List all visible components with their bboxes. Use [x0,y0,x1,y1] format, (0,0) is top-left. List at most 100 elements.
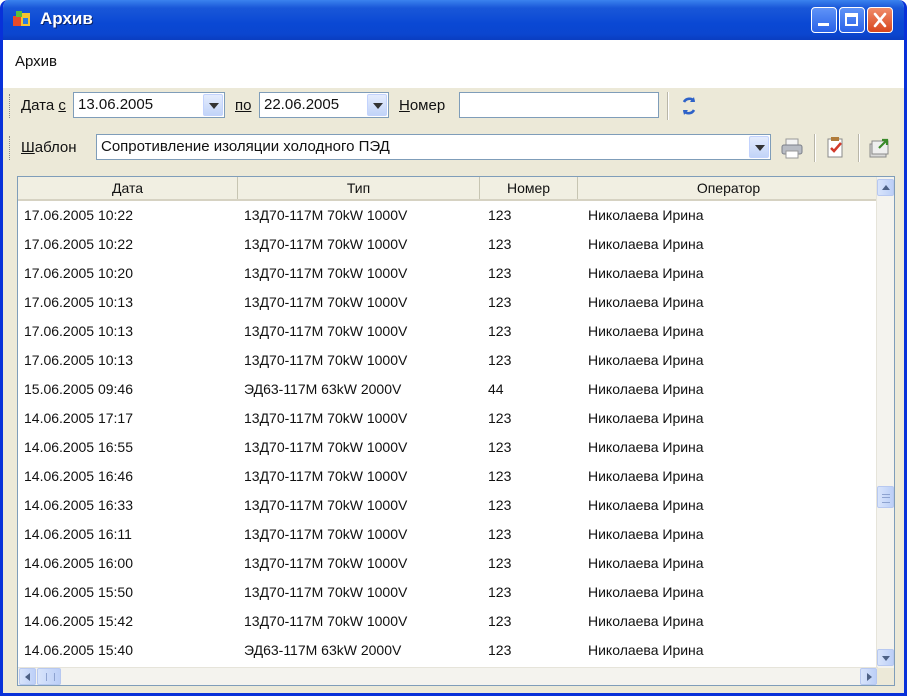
archive-app-icon [13,11,30,26]
cell-type: 13Д70-117M 70kW 1000V [244,323,408,339]
refresh-icon[interactable] [675,92,703,120]
chevron-left-icon [25,673,30,681]
template-value: Сопротивление изоляции холодного ПЭД [101,138,390,155]
maximize-icon [845,13,858,26]
scroll-right-button[interactable] [860,668,877,685]
cell-date: 14.06.2005 16:46 [24,468,133,484]
cell-number: 123 [488,352,512,368]
filter-toolbar: Дата с 13.06.2005 по 22.06.2005 Номер [3,88,904,124]
template-label-accel: Ш [21,139,35,156]
number-label: Номер [399,97,445,114]
scroll-up-button[interactable] [877,179,894,196]
cell-type: 13Д70-117M 70kW 1000V [244,613,408,629]
table-row[interactable]: 14.06.2005 15:40 ЭД63-117M 63kW 2000V 123 Н… [18,636,878,665]
toolbar-grip[interactable] [9,136,13,160]
cell-type: 13Д70-117M 70kW 1000V [244,265,408,281]
cell-operator: Николаева Ирина [588,468,704,484]
cell-number: 123 [488,323,512,339]
cell-type: 13Д70-117M 70kW 1000V [244,294,408,310]
table-row[interactable]: 17.06.2005 10:13 13Д70-117M 70kW 1000V 123… [18,346,878,375]
cell-type: ЭД63-117M 63kW 2000V [244,642,402,658]
column-header-date[interactable]: Дата [18,177,238,199]
archive-table[interactable]: Дата Тип Номер Оператор 17.06.2005 10:22… [17,176,895,686]
table-row[interactable]: 17.06.2005 10:13 13Д70-117M 70kW 1000V 123… [18,317,878,346]
cell-number: 123 [488,526,512,542]
close-button[interactable] [867,7,893,33]
table-row[interactable]: 14.06.2005 17:17 13Д70-117M 70kW 1000V 123… [18,404,878,433]
table-row[interactable]: 14.06.2005 16:46 13Д70-117M 70kW 1000V 123… [18,462,878,491]
cell-operator: Николаева Ирина [588,526,704,542]
horizontal-scrollbar[interactable] [18,667,878,685]
chevron-down-icon [882,656,890,661]
date-from-label-accel: с [58,97,66,114]
cell-number: 123 [488,584,512,600]
cell-date: 14.06.2005 15:42 [24,613,133,629]
cell-date: 15.06.2005 09:46 [24,381,133,397]
scroll-left-button[interactable] [19,668,36,685]
table-row[interactable]: 17.06.2005 10:22 13Д70-117M 70kW 1000V 123… [18,201,878,230]
table-row[interactable]: 14.06.2005 16:55 13Д70-117M 70kW 1000V 123… [18,433,878,462]
vertical-scrollbar[interactable] [876,177,894,668]
column-header-type[interactable]: Тип [238,177,480,199]
date-to-dropdown-button[interactable] [367,94,387,116]
cell-operator: Николаева Ирина [588,323,704,339]
title-bar[interactable]: Архив [3,0,904,40]
cell-number: 123 [488,410,512,426]
template-label: Шаблон [21,139,77,156]
table-row[interactable]: 14.06.2005 15:50 13Д70-117M 70kW 1000V 123… [18,578,878,607]
date-to-picker[interactable]: 22.06.2005 [259,92,389,118]
cell-date: 17.06.2005 10:20 [24,265,133,281]
table-row[interactable]: 17.06.2005 10:13 13Д70-117M 70kW 1000V 123… [18,288,878,317]
printer-icon[interactable] [778,134,806,162]
cell-date: 14.06.2005 16:55 [24,439,133,455]
edit-report-icon[interactable] [822,134,850,162]
vertical-scroll-thumb[interactable] [877,486,894,508]
cell-number: 123 [488,613,512,629]
date-from-picker[interactable]: 13.06.2005 [73,92,225,118]
cell-type: 13Д70-117M 70kW 1000V [244,207,408,223]
cell-operator: Николаева Ирина [588,381,704,397]
number-label-rest: омер [409,97,446,114]
table-row[interactable]: 14.06.2005 16:33 13Д70-117M 70kW 1000V 123… [18,491,878,520]
table-header: Дата Тип Номер Оператор [18,177,880,201]
template-dropdown-button[interactable] [749,136,769,158]
table-row[interactable]: 17.06.2005 10:20 13Д70-117M 70kW 1000V 123… [18,259,878,288]
number-label-accel: Н [399,97,410,114]
cell-number: 123 [488,207,512,223]
minimize-button[interactable] [811,7,837,33]
scroll-down-button[interactable] [877,649,894,666]
cell-type: 13Д70-117M 70kW 1000V [244,555,408,571]
cell-number: 123 [488,439,512,455]
toolbar-grip[interactable] [9,94,13,118]
template-select[interactable]: Сопротивление изоляции холодного ПЭД [96,134,771,160]
table-row[interactable]: 17.06.2005 10:22 13Д70-117M 70kW 1000V 123… [18,230,878,259]
number-input[interactable] [459,92,659,118]
toolbar-separator [814,134,816,162]
table-row[interactable]: 14.06.2005 15:42 13Д70-117M 70kW 1000V 123… [18,607,878,636]
table-row[interactable]: 14.06.2005 16:11 13Д70-117M 70kW 1000V 123… [18,520,878,549]
cell-type: 13Д70-117M 70kW 1000V [244,584,408,600]
cell-date: 17.06.2005 10:22 [24,236,133,252]
column-header-operator[interactable]: Оператор [578,177,880,199]
cell-type: 13Д70-117M 70kW 1000V [244,439,408,455]
menu-archive[interactable]: Архив [15,53,57,70]
cell-type: 13Д70-117M 70kW 1000V [244,497,408,513]
cell-number: 123 [488,642,512,658]
cell-type: 13Д70-117M 70kW 1000V [244,236,408,252]
column-header-number[interactable]: Номер [480,177,578,199]
date-from-dropdown-button[interactable] [203,94,223,116]
table-row[interactable]: 14.06.2005 16:00 13Д70-117M 70kW 1000V 123… [18,549,878,578]
cell-number: 123 [488,497,512,513]
close-icon [873,12,887,28]
maximize-button[interactable] [839,7,865,33]
cell-date: 14.06.2005 16:33 [24,497,133,513]
table-row[interactable]: 15.06.2005 09:46 ЭД63-117M 63kW 2000V 44 Ни… [18,375,878,404]
horizontal-scroll-thumb[interactable] [37,668,61,685]
date-from-label-prefix: Дата [21,97,59,114]
cell-date: 14.06.2005 16:11 [24,526,132,542]
grip-icon [882,494,890,503]
cell-operator: Николаева Ирина [588,352,704,368]
export-icon[interactable] [865,134,893,162]
cell-operator: Николаева Ирина [588,410,704,426]
cell-number: 44 [488,381,504,397]
